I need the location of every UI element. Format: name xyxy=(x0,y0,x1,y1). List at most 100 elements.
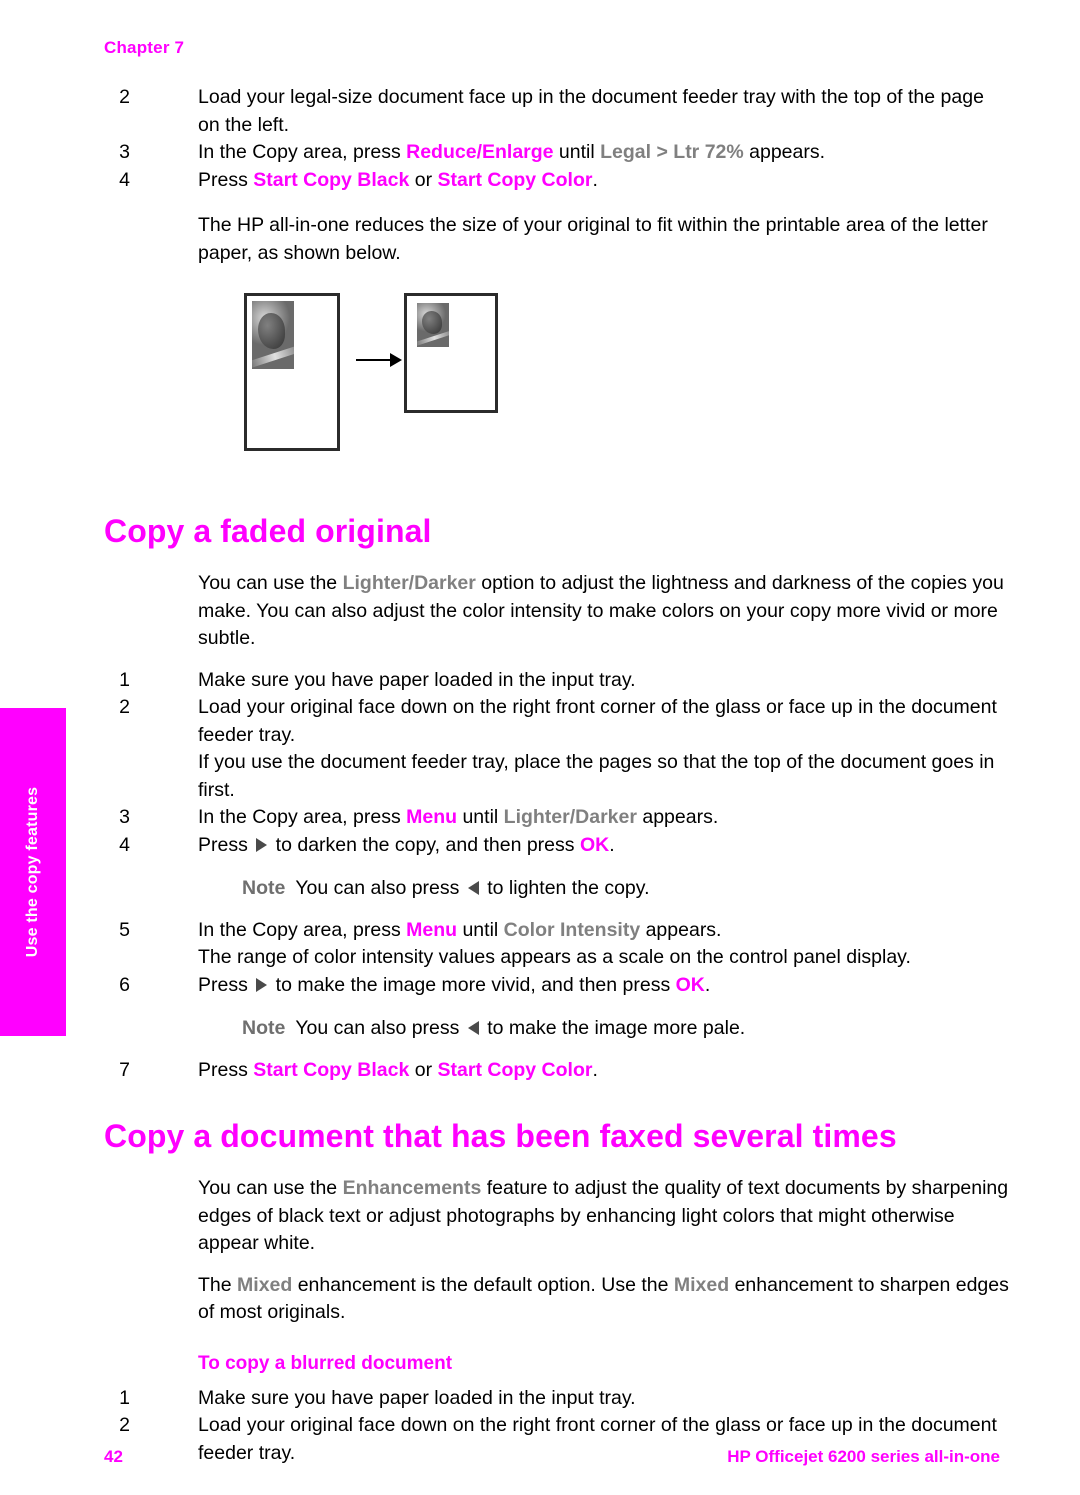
display-text-lighter-darker: Lighter/Darker xyxy=(342,572,476,594)
default-note-pre: The xyxy=(198,1273,238,1296)
note-label: Note xyxy=(242,877,286,899)
figure-source-page-inner xyxy=(252,301,332,443)
right-arrow-icon xyxy=(256,977,268,992)
default-note-mid: enhancement is the default option. Use t… xyxy=(292,1273,674,1296)
note-pre: You can also press xyxy=(295,877,465,899)
step-number: 2 xyxy=(119,1414,130,1436)
step-text-pre: In the Copy area, press xyxy=(198,918,407,941)
product-name: HP Officejet 6200 series all-in-one xyxy=(727,1447,1000,1466)
list-item: 4 Press to darken the copy, and then pre… xyxy=(104,832,1009,860)
button-name-start-copy-black: Start Copy Black xyxy=(253,1058,410,1081)
step-text-mid: until xyxy=(457,806,504,828)
page-footer: 42 HP Officejet 6200 series all-in-one xyxy=(104,1447,1000,1467)
note-post: to make the image more pale. xyxy=(481,1017,746,1039)
figure-photo-icon xyxy=(417,303,449,347)
list-item: 4 Press Start Copy Black or Start Copy C… xyxy=(104,167,1009,195)
note-block: Note You can also press to lighten the co… xyxy=(104,875,1009,903)
button-name-reduce-enlarge: Reduce/Enlarge xyxy=(406,141,554,163)
side-tab-label: Use the copy features xyxy=(24,786,41,958)
step-text: Press Start Copy Black or Start Copy Col… xyxy=(198,167,1009,195)
list-item: 3 In the Copy area, press Menu until Lig… xyxy=(104,804,1009,832)
figure-result-page-inner xyxy=(412,301,490,405)
step-text: Make sure you have paper loaded in the i… xyxy=(198,1386,636,1409)
list-item: 2 Load your original face down on the ri… xyxy=(104,694,1009,804)
step-text-mid: or xyxy=(409,168,438,191)
section2-default-note: The Mixed enhancement is the default opt… xyxy=(104,1272,1009,1327)
step-extra-text: If you use the document feeder tray, pla… xyxy=(198,751,995,801)
step-number: 4 xyxy=(119,833,130,856)
figure-photo-icon xyxy=(252,301,294,370)
list-item: 1 Make sure you have paper loaded in the… xyxy=(104,667,1009,695)
page-number: 42 xyxy=(104,1447,123,1466)
button-name-ok: OK xyxy=(675,973,705,996)
step-text: Press to darken the copy, and then press… xyxy=(198,832,1009,860)
list-item: 2 Load your legal-size document face up … xyxy=(104,84,1009,139)
page-title: Copy a document that has been faxed seve… xyxy=(104,1118,897,1154)
list-item: 3 In the Copy area, press Reduce/Enlarge… xyxy=(104,139,1009,167)
step-text: Press to make the image more vivid, and … xyxy=(198,972,1009,1000)
page-content: 2 Load your legal-size document face up … xyxy=(104,84,1009,1467)
side-tab: Use the copy features xyxy=(0,708,66,1036)
step-text-post: appears. xyxy=(640,918,722,941)
note-label: Note xyxy=(242,1017,286,1039)
figure-text-lines-right xyxy=(456,304,483,322)
step-text-post: . xyxy=(704,973,711,996)
button-name-start-copy-color: Start Copy Color xyxy=(437,1058,593,1081)
display-text-legal-ltr: Legal > Ltr 72% xyxy=(600,141,744,163)
note-pre: You can also press xyxy=(295,1017,465,1039)
step-number: 6 xyxy=(119,973,130,996)
section2-intro: You can use the Enhancements feature to … xyxy=(104,1175,1009,1258)
left-arrow-icon xyxy=(467,881,479,895)
figure-text-lines-body xyxy=(252,375,332,412)
step-text-post: appears. xyxy=(743,141,826,163)
step-number: 2 xyxy=(119,696,130,718)
step-text-mid: to darken the copy, and then press xyxy=(270,833,580,856)
figure-arrow-icon xyxy=(356,353,402,367)
section1-intro: You can use the Lighter/Darker option to… xyxy=(104,570,1009,653)
button-name-start-copy-color: Start Copy Color xyxy=(437,168,593,191)
step-text-post: . xyxy=(609,833,615,856)
button-name-ok: OK xyxy=(579,833,610,856)
display-text-mixed: Mixed xyxy=(673,1273,730,1296)
step-text-pre: Press xyxy=(198,973,254,996)
step-text: Make sure you have paper loaded in the i… xyxy=(198,668,636,691)
step-text-mid: until xyxy=(553,141,601,163)
display-text-lighter-darker: Lighter/Darker xyxy=(503,806,637,828)
display-text-enhancements: Enhancements xyxy=(342,1177,482,1199)
step-text-pre: Press xyxy=(198,1058,254,1081)
step-text-post: . xyxy=(592,168,598,191)
list-item: 6 Press to make the image more vivid, an… xyxy=(104,972,1009,1000)
step-number: 3 xyxy=(119,141,130,163)
step-text-pre: Press xyxy=(198,168,254,191)
step-text-pre: Press xyxy=(198,833,254,856)
step-extra-text: The range of color intensity values appe… xyxy=(198,946,911,968)
step-number: 7 xyxy=(119,1058,130,1081)
button-name-menu: Menu xyxy=(406,806,458,828)
figure-text-lines-right xyxy=(298,304,332,330)
step-text-post: . xyxy=(592,1058,598,1081)
chapter-label: Chapter 7 xyxy=(104,38,185,57)
button-name-menu: Menu xyxy=(406,918,458,941)
left-arrow-icon xyxy=(467,1021,479,1035)
reduction-figure xyxy=(104,293,1009,473)
step-number: 4 xyxy=(119,168,130,191)
figure-source-page xyxy=(244,293,340,451)
right-arrow-icon xyxy=(256,837,268,852)
button-name-start-copy-black: Start Copy Black xyxy=(253,168,410,191)
list-item: 7 Press Start Copy Black or Start Copy C… xyxy=(104,1057,1009,1085)
step-text: Load your original face down on the righ… xyxy=(198,696,997,746)
list-item: 5 In the Copy area, press Menu until Col… xyxy=(104,917,1009,972)
step-text-pre: In the Copy area, press xyxy=(198,141,407,163)
display-text-color-intensity: Color Intensity xyxy=(503,918,641,941)
step-text: Load your legal-size document face up in… xyxy=(198,86,984,136)
step-text-post: appears. xyxy=(636,806,719,828)
step-text: Press Start Copy Black or Start Copy Col… xyxy=(198,1057,1009,1085)
step-text: In the Copy area, press Menu until Color… xyxy=(198,917,1009,945)
step-text: In the Copy area, press Menu until Light… xyxy=(198,804,1009,832)
manual-page: Chapter 7 Use the copy features 2 Load y… xyxy=(0,0,1080,1495)
note-block: Note You can also press to make the image… xyxy=(104,1015,1009,1043)
result-paragraph: The HP all-in-one reduces the size of yo… xyxy=(198,214,988,264)
figure-result-page xyxy=(404,293,498,413)
step-text-mid: or xyxy=(409,1058,438,1081)
step-text-mid: to make the image more vivid, and then p… xyxy=(270,973,676,996)
